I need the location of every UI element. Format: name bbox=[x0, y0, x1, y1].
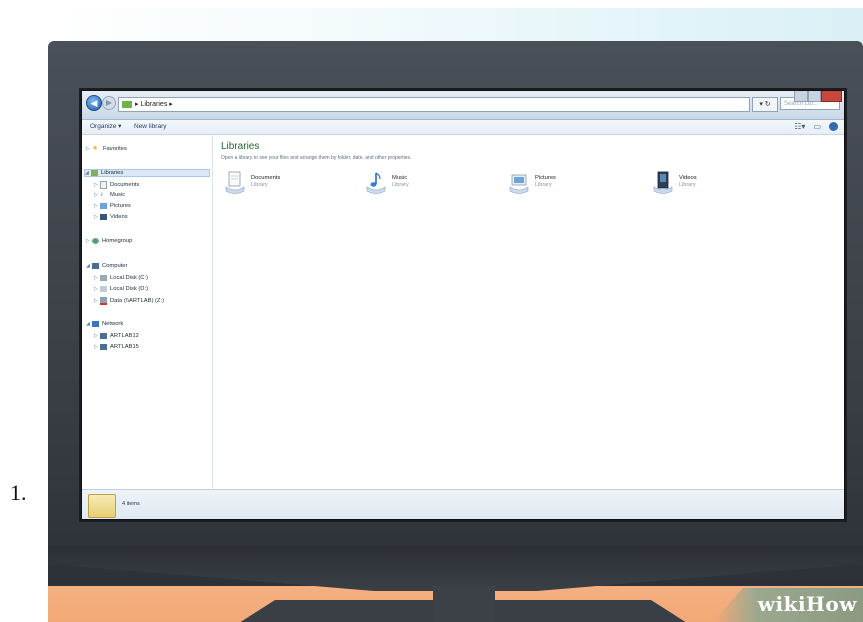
back-button[interactable]: ◀ bbox=[86, 95, 102, 111]
system-drive-icon bbox=[100, 275, 107, 281]
forward-button[interactable]: ▶ bbox=[102, 96, 116, 110]
music-note-icon: ♪ bbox=[100, 191, 104, 198]
documents-library-icon bbox=[225, 171, 245, 195]
library-pictures[interactable]: Pictures Library bbox=[509, 171, 629, 199]
new-library-button[interactable]: New library bbox=[134, 120, 167, 134]
nav-local-disk-d[interactable]: ▷ Local Disk (D:) bbox=[94, 286, 148, 292]
nav-videos[interactable]: ▷ Videos bbox=[94, 214, 128, 220]
videos-icon bbox=[100, 214, 107, 220]
address-path: Libraries bbox=[140, 101, 168, 108]
nav-network[interactable]: ◢ Network bbox=[86, 321, 123, 327]
documents-icon bbox=[100, 181, 107, 189]
network-drive-icon bbox=[100, 297, 107, 305]
view-options-icon[interactable]: ☷▾ bbox=[794, 122, 805, 132]
nav-libraries[interactable]: ◢ Libraries bbox=[84, 169, 210, 177]
library-documents[interactable]: Documents Library bbox=[225, 171, 345, 199]
nav-artlab15[interactable]: ▷ ARTLAB15 bbox=[94, 344, 139, 350]
network-computer-icon bbox=[100, 344, 107, 350]
status-bar: 4 items bbox=[82, 489, 844, 519]
content-pane: Libraries Open a library to see your fil… bbox=[213, 135, 844, 489]
item-count: 4 items bbox=[122, 501, 140, 507]
libraries-icon bbox=[91, 170, 98, 176]
library-videos[interactable]: Videos Library bbox=[653, 171, 773, 199]
computer-icon bbox=[92, 263, 99, 269]
star-icon: ★ bbox=[92, 145, 99, 152]
nav-favorites[interactable]: ▷ ★ Favorites bbox=[86, 145, 127, 153]
music-library-icon bbox=[366, 171, 386, 195]
nav-computer[interactable]: ◢ Computer bbox=[86, 263, 127, 269]
refresh-button[interactable]: ▾ ↻ bbox=[752, 97, 778, 112]
address-chevron-icon: ▸ bbox=[167, 101, 173, 108]
illustration-scene: wikiHow ◀ ▶ ▸ Libraries ▸ ▾ ↻ Search Lib… bbox=[48, 8, 863, 622]
pictures-library-icon bbox=[509, 171, 529, 195]
drive-icon bbox=[100, 286, 107, 292]
videos-library-icon bbox=[653, 171, 673, 195]
step-number: 1. bbox=[10, 480, 27, 505]
homegroup-icon bbox=[92, 238, 99, 244]
nav-data-drive[interactable]: ▷ Data (\\ARTLAB) (Z:) bbox=[94, 297, 164, 305]
libraries-folder-icon bbox=[88, 494, 116, 518]
maximize-button[interactable] bbox=[807, 91, 822, 102]
close-button[interactable] bbox=[821, 91, 843, 102]
minimize-button[interactable] bbox=[794, 91, 808, 102]
nav-local-disk-c[interactable]: ▷ Local Disk (C:) bbox=[94, 275, 148, 281]
page-title: Libraries bbox=[221, 141, 260, 152]
organize-button[interactable]: Organize ▾ bbox=[90, 120, 121, 134]
page-subtitle: Open a library to see your files and arr… bbox=[221, 155, 412, 161]
pictures-icon bbox=[100, 203, 107, 209]
nav-music[interactable]: ▷ ♪ Music bbox=[94, 191, 125, 198]
explorer-window: ◀ ▶ ▸ Libraries ▸ ▾ ↻ Search Lib... Orga… bbox=[81, 90, 845, 520]
library-music[interactable]: Music Library bbox=[366, 171, 486, 199]
network-icon bbox=[92, 321, 99, 327]
network-computer-icon bbox=[100, 333, 107, 339]
nav-pictures[interactable]: ▷ Pictures bbox=[94, 203, 131, 209]
help-icon[interactable]: ? bbox=[829, 122, 838, 131]
nav-homegroup[interactable]: ▷ Homegroup bbox=[86, 238, 132, 244]
command-bar: Organize ▾ New library ☷▾ ▭ ? bbox=[82, 120, 844, 135]
nav-documents[interactable]: ▷ Documents bbox=[94, 181, 139, 189]
address-bar[interactable]: ▸ Libraries ▸ bbox=[118, 97, 750, 112]
navigation-pane: ▷ ★ Favorites ◢ Libraries ▷ Documents ▷ ♪ Musi… bbox=[82, 135, 213, 489]
monitor-stand bbox=[433, 586, 495, 622]
window-controls bbox=[794, 91, 843, 102]
libraries-folder-icon bbox=[122, 100, 132, 108]
preview-pane-icon[interactable]: ▭ bbox=[813, 122, 821, 132]
title-bar: ◀ ▶ ▸ Libraries ▸ ▾ ↻ Search Lib... bbox=[82, 91, 844, 120]
nav-artlab12[interactable]: ▷ ARTLAB12 bbox=[94, 333, 139, 339]
